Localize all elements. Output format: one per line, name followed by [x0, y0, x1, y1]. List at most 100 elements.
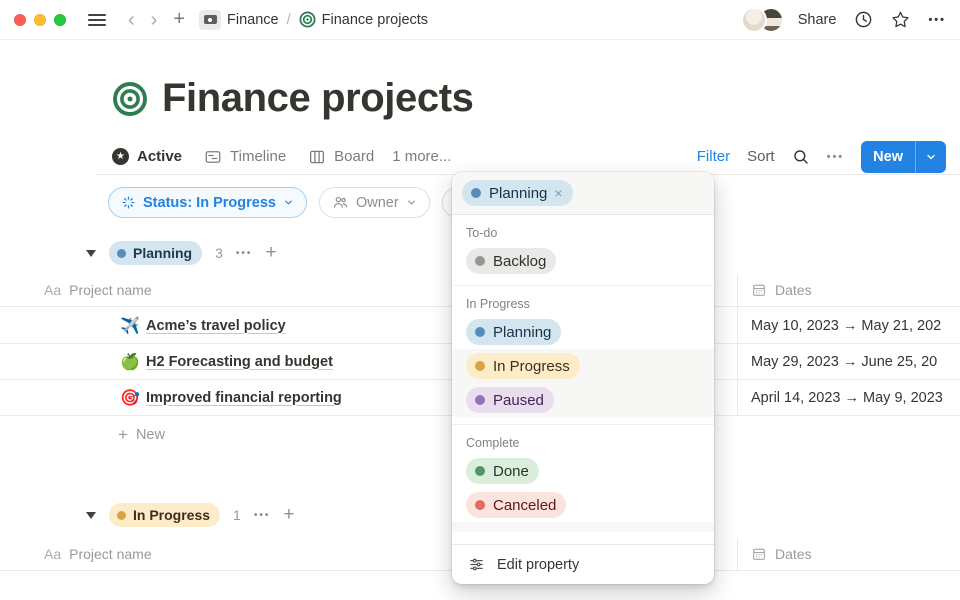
column-header-dates[interactable]: Dates — [775, 546, 812, 562]
status-dot — [117, 511, 126, 520]
chevron-down-icon — [406, 197, 417, 208]
edit-property-button[interactable]: Edit property — [452, 544, 714, 584]
status-dot — [475, 361, 485, 371]
owner-filter-chip[interactable]: Owner — [319, 187, 430, 218]
window-controls — [14, 14, 66, 26]
collaborator-avatars[interactable] — [741, 7, 784, 33]
window-more-icon[interactable]: ••• — [928, 14, 946, 26]
avatar — [741, 7, 767, 33]
group-in-progress-chip[interactable]: In Progress — [109, 503, 220, 527]
new-page-icon[interactable]: + — [173, 8, 185, 31]
tab-timeline-view[interactable]: Timeline — [204, 148, 286, 166]
bullseye-icon — [299, 11, 316, 28]
option-backlog[interactable]: Backlog — [452, 244, 714, 278]
workspace-banknote-icon — [199, 10, 221, 30]
calendar-icon — [751, 546, 767, 562]
titlebar: ‹ › + Finance / Finance projects Share •… — [0, 0, 960, 40]
sort-button[interactable]: Sort — [747, 148, 775, 165]
view-options-icon[interactable]: ••• — [827, 151, 845, 163]
new-button-label: New — [861, 149, 915, 165]
more-views-link[interactable]: 1 more... — [392, 148, 451, 165]
status-dot — [471, 188, 481, 198]
airplane-emoji-icon: ✈️ — [120, 316, 140, 336]
breadcrumb: Finance / Finance projects — [199, 10, 428, 30]
search-icon[interactable] — [792, 148, 810, 166]
zoom-window-button[interactable] — [54, 14, 66, 26]
breadcrumb-workspace[interactable]: Finance — [227, 12, 279, 28]
breadcrumb-separator: / — [287, 12, 291, 28]
option-in-progress[interactable]: In Progress — [452, 349, 714, 383]
collapse-triangle-icon[interactable] — [86, 512, 96, 519]
remove-tag-icon[interactable]: × — [554, 185, 562, 201]
group-label: In Progress — [133, 507, 210, 523]
group-more-icon[interactable]: ••• — [236, 248, 253, 259]
status-burst-icon — [121, 195, 136, 210]
chevron-down-icon — [283, 197, 294, 208]
column-header-dates[interactable]: Dates — [775, 282, 812, 298]
selected-tag-label: Planning — [489, 185, 547, 202]
new-row-label: New — [136, 427, 165, 443]
sliders-icon — [468, 556, 485, 573]
option-paused[interactable]: Paused — [452, 383, 714, 417]
tab-board-view[interactable]: Board — [308, 148, 374, 166]
option-label: Canceled — [493, 497, 556, 514]
page-title: Finance projects — [162, 76, 473, 121]
tab-label: Active — [137, 148, 182, 165]
row-title-link[interactable]: H2 Forecasting and budget — [146, 354, 333, 370]
option-done[interactable]: Done — [452, 454, 714, 488]
board-icon — [308, 148, 326, 166]
breadcrumb-page[interactable]: Finance projects — [322, 12, 428, 28]
status-dot — [475, 256, 485, 266]
dates-cell[interactable]: May 10, 2023 → May 21, 202 — [751, 318, 941, 334]
clock-history-icon[interactable] — [854, 10, 873, 29]
option-label: Backlog — [493, 253, 546, 270]
collapse-triangle-icon[interactable] — [86, 250, 96, 257]
favorite-star-icon[interactable] — [891, 10, 910, 29]
option-label: In Progress — [493, 358, 570, 375]
option-planning[interactable]: Planning — [452, 315, 714, 349]
option-canceled[interactable]: Canceled — [452, 488, 714, 522]
dropdown-selected-area[interactable]: Planning × — [452, 172, 714, 215]
tab-label: Board — [334, 148, 374, 165]
sidebar-toggle-icon[interactable] — [88, 14, 106, 26]
row-title-link[interactable]: Improved financial reporting — [146, 390, 342, 406]
tab-active-view[interactable]: Active — [112, 148, 182, 165]
share-button[interactable]: Share — [798, 12, 837, 28]
text-type-icon: Aa — [44, 546, 61, 562]
dropdown-section-complete: Complete — [452, 425, 714, 454]
dart-emoji-icon: 🎯 — [120, 388, 140, 408]
forward-icon[interactable]: › — [151, 10, 158, 30]
new-button[interactable]: New — [861, 141, 946, 173]
back-icon[interactable]: ‹ — [128, 10, 135, 30]
group-count: 3 — [215, 245, 223, 261]
status-dot — [475, 500, 485, 510]
minimize-window-button[interactable] — [34, 14, 46, 26]
selected-tag-planning[interactable]: Planning × — [462, 180, 573, 206]
group-label: Planning — [133, 245, 192, 261]
group-add-icon[interactable]: + — [283, 504, 294, 526]
close-window-button[interactable] — [14, 14, 26, 26]
status-dot — [475, 466, 485, 476]
plus-icon: + — [118, 425, 128, 445]
page-bullseye-icon[interactable] — [112, 81, 148, 117]
group-planning-chip[interactable]: Planning — [109, 241, 202, 265]
scroll-shade — [452, 522, 714, 532]
owner-filter-label: Owner — [356, 195, 399, 211]
status-filter-dropdown: Planning × To-do Backlog In Progress Pla… — [452, 172, 714, 584]
new-chevron-down-icon[interactable] — [916, 151, 946, 163]
column-header-project-name[interactable]: Project name — [69, 282, 151, 298]
row-title-link[interactable]: Acme’s travel policy — [146, 318, 286, 334]
timeline-icon — [204, 148, 222, 166]
group-count: 1 — [233, 507, 241, 523]
status-filter-chip[interactable]: Status: In Progress — [108, 187, 307, 218]
filter-button[interactable]: Filter — [697, 148, 730, 165]
group-more-icon[interactable]: ••• — [254, 510, 271, 521]
column-header-project-name[interactable]: Project name — [69, 546, 151, 562]
status-dot — [475, 395, 485, 405]
dropdown-section-todo: To-do — [452, 215, 714, 244]
edit-property-label: Edit property — [497, 557, 579, 573]
group-add-icon[interactable]: + — [265, 242, 276, 264]
dates-cell[interactable]: April 14, 2023 → May 9, 2023 — [751, 390, 943, 406]
dates-cell[interactable]: May 29, 2023 → June 25, 20 — [751, 354, 937, 370]
green-apple-emoji-icon: 🍏 — [120, 352, 140, 372]
